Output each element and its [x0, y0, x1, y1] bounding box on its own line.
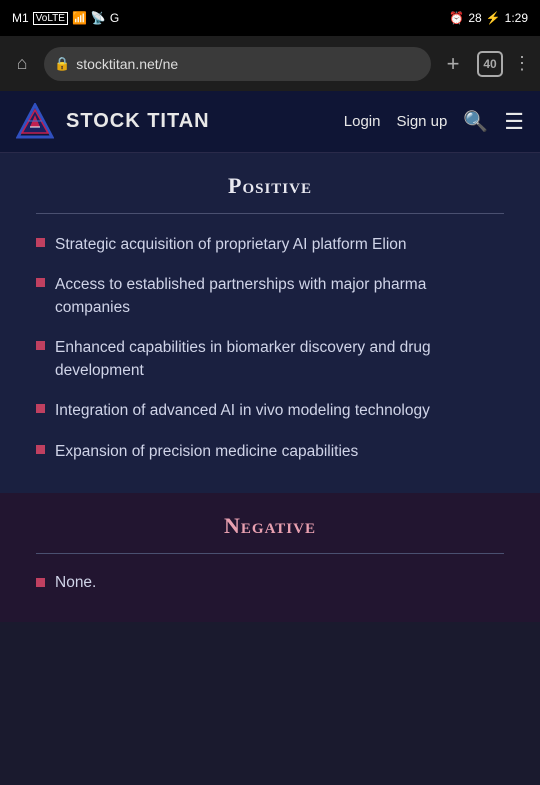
bullet-icon: [36, 238, 45, 247]
charging-icon: ⚡: [486, 11, 501, 25]
battery-level: 28: [468, 11, 481, 25]
positive-list: Strategic acquisition of proprietary AI …: [36, 234, 504, 463]
list-item: Expansion of precision medicine capabili…: [36, 441, 504, 463]
signal-icon: 📶: [72, 11, 87, 25]
time-display: 1:29: [505, 11, 528, 25]
bullet-icon: [36, 404, 45, 413]
positive-item-4: Integration of advanced AI in vivo model…: [55, 400, 430, 422]
address-bar[interactable]: 🔒 stocktitan.net/ne: [44, 47, 431, 81]
tabs-count-button[interactable]: 40: [477, 51, 503, 77]
hamburger-menu-icon[interactable]: ☰: [504, 109, 524, 135]
wifi-icon: 📡: [91, 11, 106, 25]
negative-item-1: None.: [55, 574, 96, 592]
security-icon: 🔒: [54, 56, 70, 72]
bullet-icon: [36, 445, 45, 454]
browser-chrome: ⌂ 🔒 stocktitan.net/ne + 40 ⋮: [0, 36, 540, 91]
negative-divider: [36, 553, 504, 554]
address-text: stocktitan.net/ne: [76, 56, 421, 72]
positive-divider: [36, 213, 504, 214]
alarm-icon: ⏰: [449, 11, 464, 25]
bullet-icon: [36, 341, 45, 350]
navbar: STOCK TITAN Login Sign up 🔍 ☰: [0, 91, 540, 153]
list-item: Enhanced capabilities in biomarker disco…: [36, 337, 504, 382]
nav-links: Login Sign up 🔍 ☰: [344, 109, 524, 135]
home-icon: ⌂: [17, 53, 28, 74]
positive-item-5: Expansion of precision medicine capabili…: [55, 441, 358, 463]
positive-section: Positive Strategic acquisition of propri…: [0, 153, 540, 493]
status-left: M1 VoLTE 📶 📡 G: [12, 11, 119, 25]
logo-icon: [16, 103, 54, 141]
logo-text: STOCK TITAN: [66, 110, 332, 133]
positive-title: Positive: [36, 173, 504, 199]
status-bar: M1 VoLTE 📶 📡 G ⏰ 28 ⚡ 1:29: [0, 0, 540, 36]
negative-title: Negative: [36, 513, 504, 539]
positive-item-2: Access to established partnerships with …: [55, 274, 504, 319]
status-right: ⏰ 28 ⚡ 1:29: [449, 11, 528, 25]
browser-home-button[interactable]: ⌂: [8, 50, 36, 78]
login-link[interactable]: Login: [344, 113, 381, 130]
search-icon[interactable]: 🔍: [463, 109, 488, 134]
new-tab-button[interactable]: +: [439, 51, 467, 77]
list-item: Integration of advanced AI in vivo model…: [36, 400, 504, 422]
bullet-icon: [36, 578, 45, 587]
network-icon: G: [110, 11, 119, 25]
main-content: Positive Strategic acquisition of propri…: [0, 153, 540, 622]
bullet-icon: [36, 278, 45, 287]
carrier-label: M1: [12, 11, 29, 25]
negative-section: Negative None.: [0, 493, 540, 622]
browser-menu-button[interactable]: ⋮: [513, 53, 532, 74]
signup-link[interactable]: Sign up: [396, 113, 447, 130]
volte-badge: VoLTE: [33, 12, 68, 25]
positive-item-3: Enhanced capabilities in biomarker disco…: [55, 337, 504, 382]
browser-actions: + 40 ⋮: [439, 51, 532, 77]
positive-item-1: Strategic acquisition of proprietary AI …: [55, 234, 407, 256]
negative-list: None.: [36, 574, 504, 592]
list-item: Access to established partnerships with …: [36, 274, 504, 319]
list-item: Strategic acquisition of proprietary AI …: [36, 234, 504, 256]
